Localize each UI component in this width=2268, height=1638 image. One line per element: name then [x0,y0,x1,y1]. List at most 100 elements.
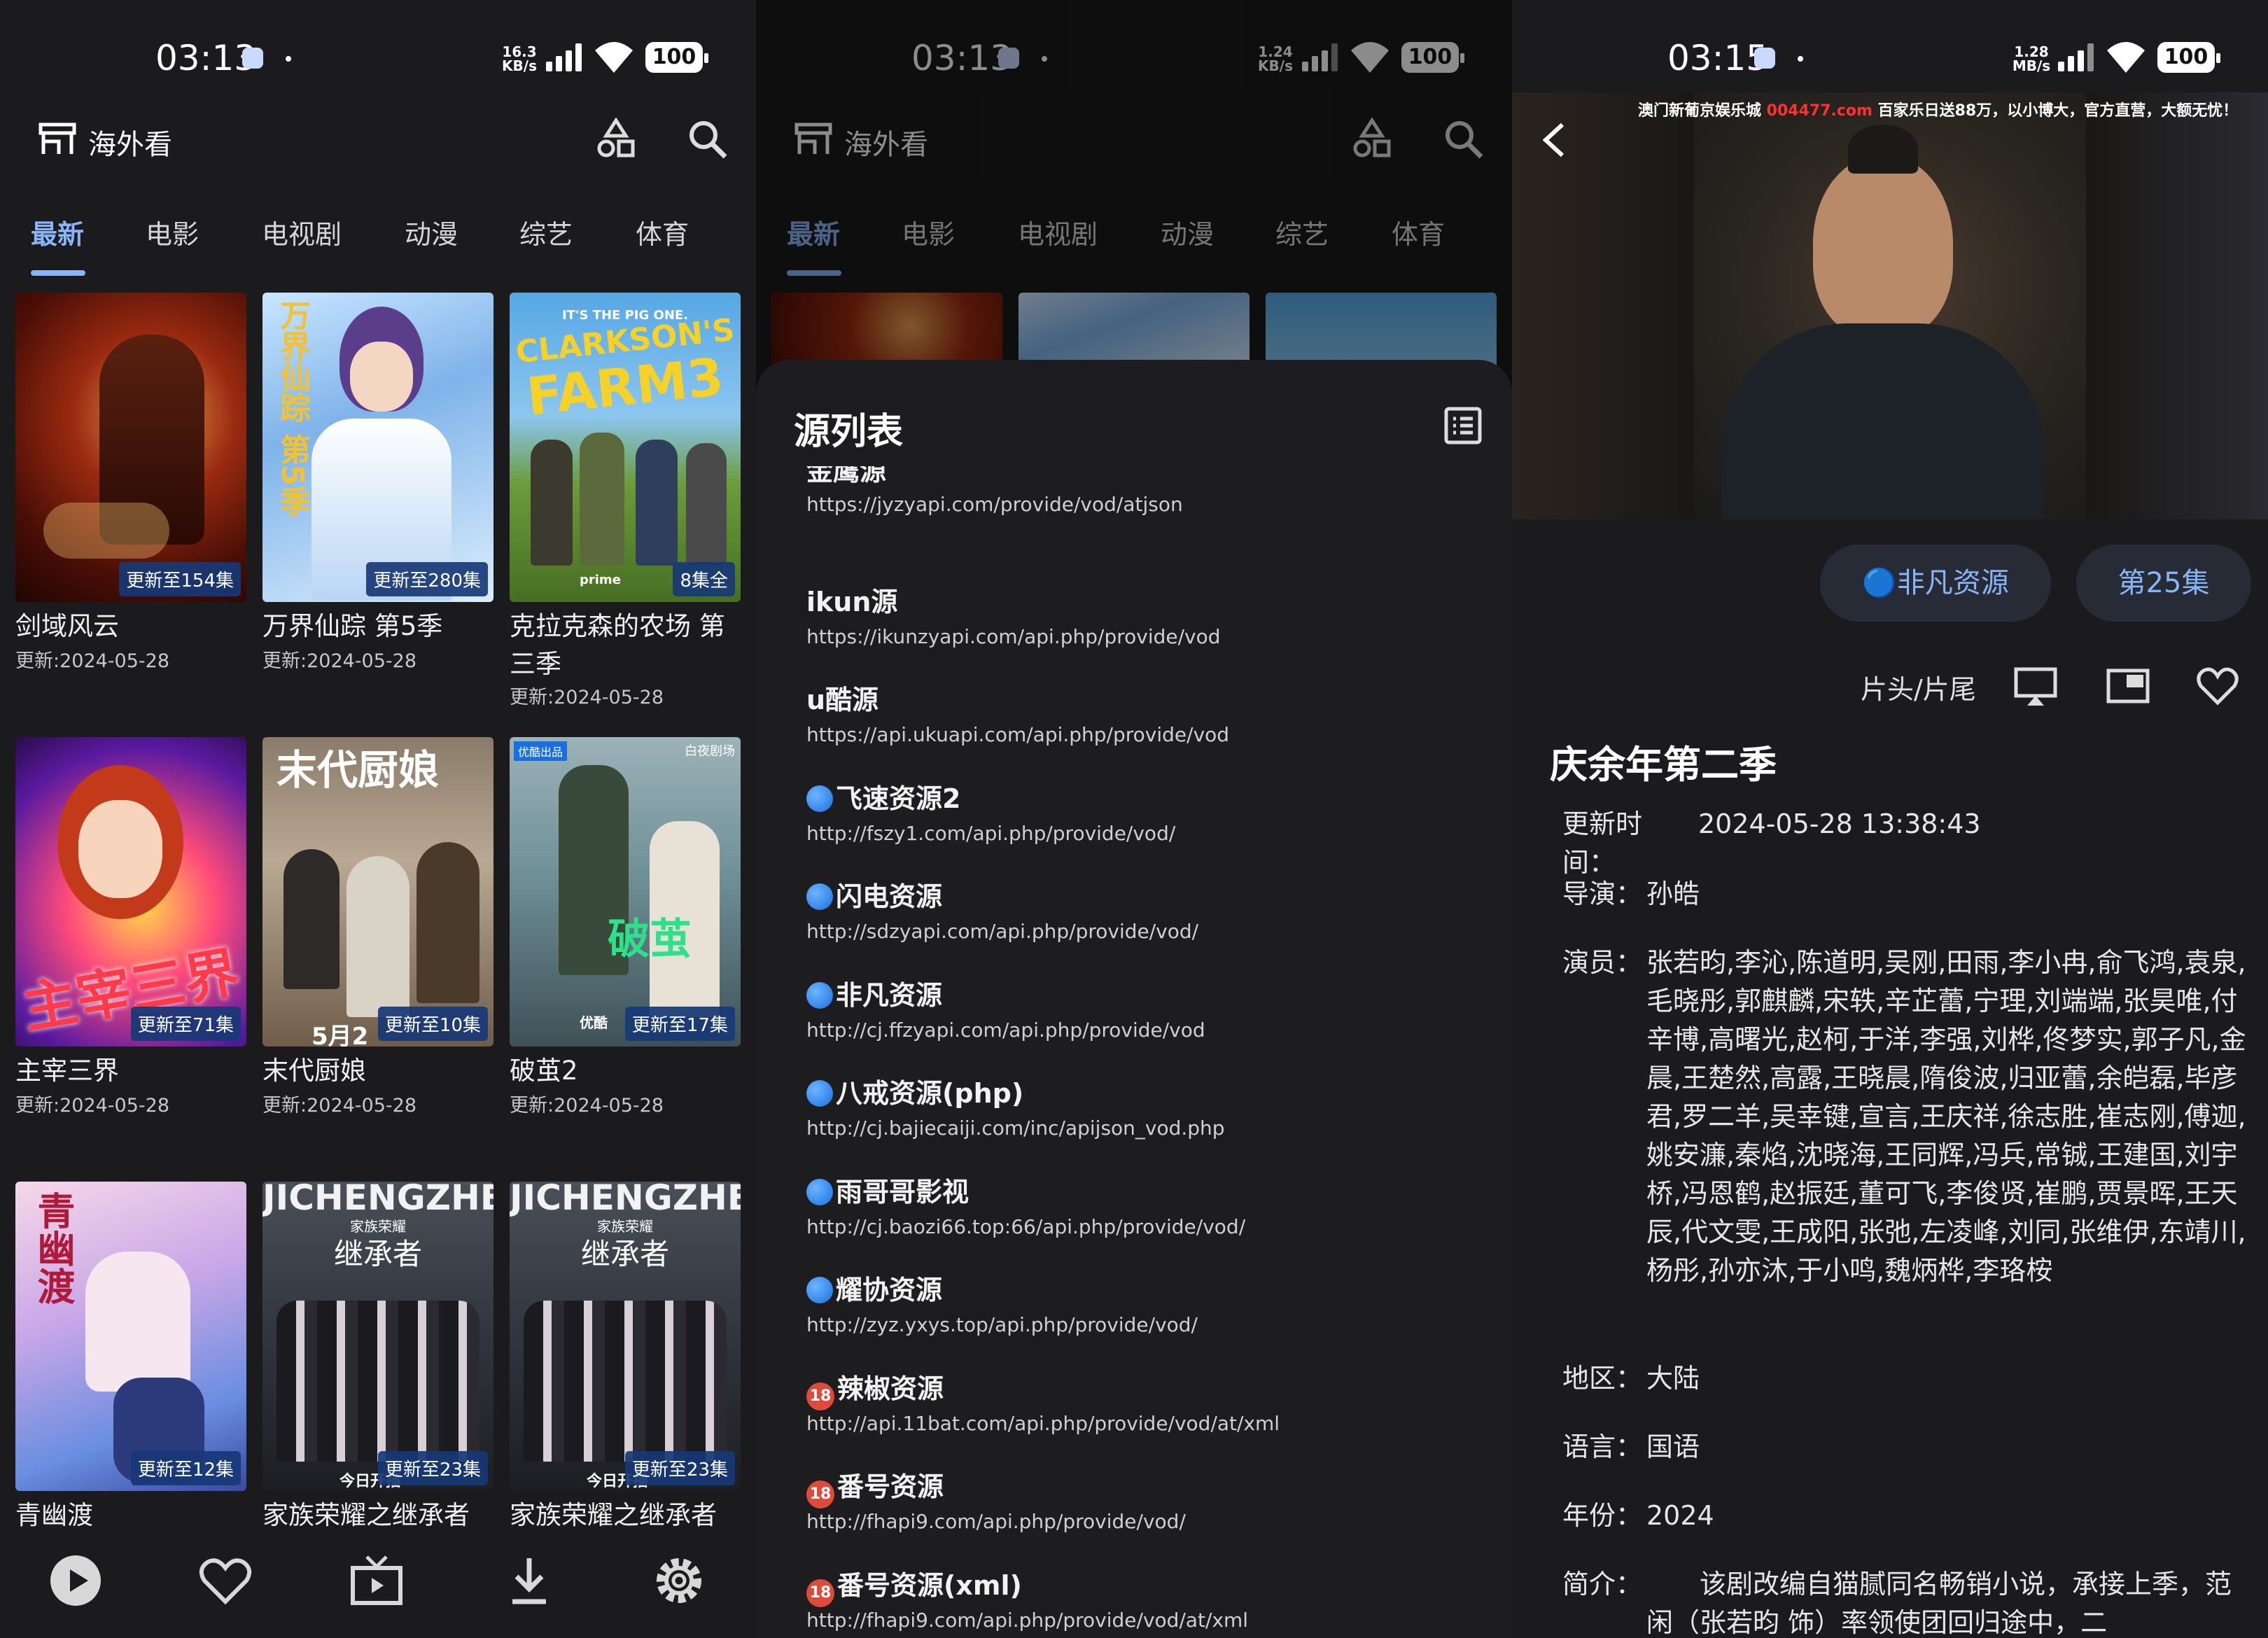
source-url: http://zyz.yxys.top/api.php/provide/vod/ [806,1313,1198,1336]
episode-chip[interactable]: 第25集 [2076,545,2251,622]
update-date: 更新:2024-05-28 [510,687,664,708]
home-screen: 03:13 16.3 KB/s 100 海外看 最新 电影 电视剧 动漫 综艺 体… [0,0,756,1638]
age-18-icon: 18 [806,1480,834,1508]
video-title: 克拉克森的农场 第三季 [510,611,725,679]
source-name: u酷源 [806,685,879,715]
source-url: http://fhapi9.com/api.php/provide/vod/at… [806,1609,1249,1632]
source-list-item[interactable]: ikun源 https://ikunzyapi.com/api.php/provi… [806,582,1506,652]
poster-image: JICHENGZHE 家族荣耀 继承者 今日开播 更新至23集 [510,1182,741,1491]
status-bar: 03:13 16.3 KB/s 100 [0,0,756,92]
source-url: http://cj.baozi66.top:66/api.php/provide… [806,1215,1246,1238]
update-date: 更新:2024-05-28 [262,650,417,672]
episode-badge: 更新至23集 [624,1451,735,1485]
ad-marquee: 澳门新葡京娱乐城 004477.com 百家乐日送88万，以小博大，官方直营，大… [1638,102,2239,120]
source-name: 18 番号资源(xml) [806,1565,1506,1607]
video-title: 破茧2 [510,1056,578,1086]
video-title: 剑域风云 [15,611,119,641]
battery-icon: 100 [645,42,708,73]
signal-icon [546,43,585,71]
tab-movies[interactable]: 电影 [146,213,199,251]
update-date: 更新:2024-05-28 [15,1095,170,1116]
tab-variety[interactable]: 综艺 [519,213,573,251]
network-speed: 16.3 KB/s [502,43,537,74]
tab-anime[interactable]: 动漫 [405,213,458,251]
blue-dot-icon [806,982,833,1009]
source-name: 飞速资源2 [806,778,1506,819]
category-tabs: 最新 电影 电视剧 动漫 综艺 体育 [0,185,756,277]
cast-icon[interactable] [2013,664,2058,708]
detail-screen: 03:15 1.28 MB/s 100 澳门新葡京娱乐城 004477.com 百… [1512,0,2268,1638]
video-title: 家族荣耀之继承者 [510,1500,717,1530]
video-title: 主宰三界 [15,1056,119,1086]
bottom-navigation [0,1540,756,1638]
source-name: 雨哥哥影视 [806,1172,1506,1212]
skip-intro-outro-button[interactable]: 片头/片尾 [1861,668,1976,706]
store-logo-icon [38,122,76,154]
source-list-item[interactable]: 雨哥哥影视 http://cj.baozi66.top:66/api.php/pr… [806,1172,1506,1242]
tab-latest[interactable]: 最新 [31,213,84,251]
play-icon[interactable] [48,1553,104,1609]
poster-image: JICHENGZHE 家族荣耀 继承者 今日开播 更新至23集 [262,1182,493,1491]
source-url: http://fszy1.com/api.php/provide/vod/ [806,822,1176,845]
episode-badge: 更新至23集 [377,1451,488,1485]
source-list-sheet: 源列表 金鹰源 https://jyzyapi.com/provide/vod/a… [756,360,1512,1638]
tab-tv[interactable]: 电视剧 [262,213,342,251]
video-title: 末代厨娘 [262,1056,366,1086]
source-name: 18 番号资源 [806,1466,1506,1508]
download-icon[interactable] [501,1553,557,1609]
search-icon[interactable] [686,118,729,161]
source-list-item[interactable]: 闪电资源 http://sdzyapi.com/api.php/provide/v… [806,876,1506,946]
source-list-item[interactable]: 八戒资源(php) http://cj.bajiecaiji.com/inc/ap… [806,1073,1506,1143]
source-list-item[interactable]: 金鹰源 https://jyzyapi.com/provide/vod/atjso… [806,466,1506,519]
source-list-item[interactable]: 飞速资源2 http://fszy1.com/api.php/provide/vo… [806,778,1506,848]
app-notification-icon [1754,48,1775,69]
episode-badge: 8集全 [673,562,735,596]
favorite-heart-icon[interactable] [2195,664,2240,708]
player-actions: 片头/片尾 [1512,658,2268,714]
episode-badge: 更新至71集 [130,1007,241,1041]
poster-image: 优酷出品 白夜剧场 破茧 优酷 更新至17集 [510,737,741,1046]
app-title: 海外看 [88,129,172,161]
status-time: 03:13 [155,38,257,78]
episode-badge: 更新至10集 [377,1007,488,1041]
source-list-item[interactable]: 非凡资源 http://cj.ffzyapi.com/api.php/provid… [806,975,1506,1045]
source-list-item[interactable]: 耀协资源 http://zyz.yxys.top/api.php/provide/… [806,1270,1506,1340]
blue-dot-icon [806,1277,833,1303]
source-list-item[interactable]: 18 番号资源 http://fhapi9.com/api.php/provide/… [806,1466,1506,1536]
age-18-icon: 18 [806,1382,834,1410]
source-chip[interactable]: 🔵非凡资源 [1820,545,2051,622]
tv-icon[interactable] [349,1553,405,1609]
picture-in-picture-icon[interactable] [2106,664,2150,708]
update-date: 更新:2024-05-28 [262,1095,417,1116]
poster-image: 末代厨娘 5月2 更新至10集 [262,737,493,1046]
source-list-item[interactable]: u酷源 https://api.ukuapi.com/api.php/provid… [806,680,1506,750]
source-list-item[interactable]: 18 辣椒资源 http://api.11bat.com/api.php/provi… [806,1368,1506,1438]
poster-image: 更新至154集 [15,293,246,602]
tab-sports[interactable]: 体育 [636,213,689,251]
source-name: ikun源 [806,587,898,617]
source-list-item[interactable]: 18 番号资源(xml) http://fhapi9.com/api.php/pro… [806,1565,1506,1635]
wifi-icon [595,42,633,73]
settings-icon[interactable] [651,1553,707,1609]
blue-dot-icon [806,785,833,812]
source-url: http://cj.bajiecaiji.com/inc/apijson_vod… [806,1116,1225,1140]
source-name: 闪电资源 [806,876,1506,917]
heart-icon[interactable] [197,1553,253,1609]
poster-image: IT'S THE PIG ONE. CLARKSON'S FARM3 prime… [510,293,741,602]
list-view-icon[interactable] [1443,406,1483,445]
status-bar: 03:15 1.28 MB/s 100 [1512,0,2268,92]
network-speed: 1.28 MB/s [2012,43,2051,74]
source-url: https://api.ukuapi.com/api.php/provide/v… [806,723,1230,746]
poster-image: 主宰三界 更新至71集 [15,737,246,1046]
categories-icon[interactable] [595,118,637,160]
back-arrow-icon[interactable] [1537,119,1571,161]
poster-image: 万界仙踪 第5季 更新至280集 [262,293,493,602]
show-title: 庆余年第二季 [1550,743,1777,787]
video-title: 家族荣耀之继承者 [262,1500,470,1530]
source-url: http://fhapi9.com/api.php/provide/vod/ [806,1510,1186,1533]
blue-dot-icon [806,883,833,910]
source-url: https://jyzyapi.com/provide/vod/atjson [806,493,1183,516]
blue-dot-icon [806,1080,833,1107]
source-name: 耀协资源 [806,1270,1506,1310]
video-player[interactable]: 澳门新葡京娱乐城 004477.com 百家乐日送88万，以小博大，官方直营，大… [1512,92,2268,519]
